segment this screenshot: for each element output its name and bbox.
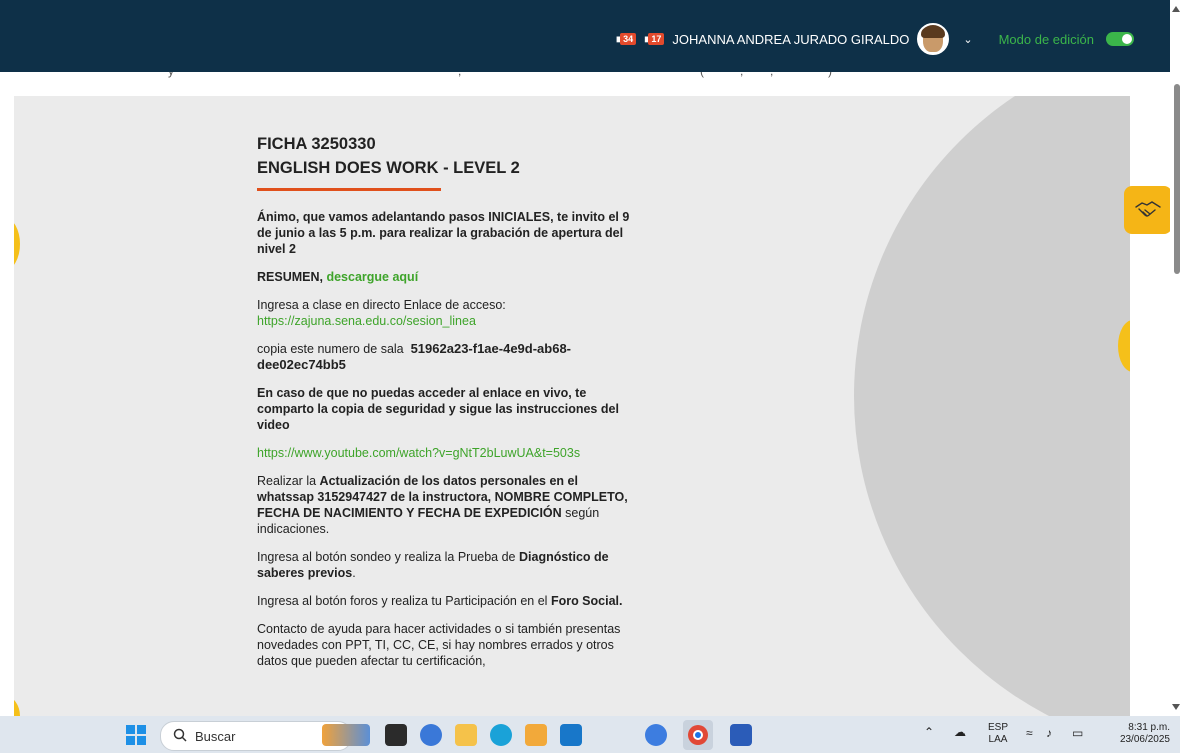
course-code-heading: FICHA 3250330 <box>257 135 376 153</box>
partially-visible-text-strip: y,(,,) <box>0 72 1170 82</box>
forum-bold-text: Foro Social. <box>550 594 623 608</box>
update-pre-text: Realizar la <box>257 474 317 488</box>
live-class-link[interactable]: https://zajuna.sena.edu.co/sesion_linea <box>257 314 476 328</box>
diagnostic-paragraph: Ingresa al botón sondeo y realiza la Pru… <box>257 549 637 581</box>
messages-badge: 34 <box>620 33 637 45</box>
help-button[interactable] <box>1124 186 1172 234</box>
store-icon[interactable] <box>525 724 547 746</box>
course-name-heading: ENGLISH DOES WORK - LEVEL 2 <box>257 159 520 177</box>
notifications-badge: 17 <box>648 33 665 45</box>
date-text: 23/06/2025 <box>1119 734 1170 745</box>
scroll-up-arrow-icon[interactable] <box>1172 6 1180 12</box>
diagnostic-pre-text: Ingresa al botón sondeo y realiza la Pru… <box>257 550 516 564</box>
handshake-icon <box>1135 201 1161 217</box>
top-navbar: ■ 34 ■ 17 JOHANNA ANDREA JURADO GIRALDO … <box>0 0 1170 72</box>
diagnostic-post-text: . <box>352 566 356 580</box>
onedrive-icon[interactable]: ☁ <box>954 726 966 738</box>
decorative-yellow-shape <box>14 218 20 270</box>
word-icon[interactable] <box>730 724 752 746</box>
notifications-button[interactable]: ■ 17 <box>644 32 665 46</box>
volume-icon[interactable]: ♪ <box>1046 727 1052 739</box>
course-description: FICHA 3250330 ENGLISH DOES WORK - LEVEL … <box>257 132 637 681</box>
windows-start-icon[interactable] <box>125 724 147 746</box>
wifi-icon[interactable]: ≈ <box>1026 727 1033 739</box>
help-app-icon[interactable] <box>645 724 667 746</box>
intro-text: Ánimo, que vamos adelantando pasos INICI… <box>257 210 630 256</box>
messages-button[interactable]: ■ 34 <box>616 32 637 46</box>
summary-paragraph: RESUMEN, descargue aquí <box>257 269 637 285</box>
scrollbar-thumb[interactable] <box>1174 84 1180 274</box>
course-banner-panel: FICHA 3250330 ENGLISH DOES WORK - LEVEL … <box>14 96 1130 716</box>
youtube-backup-link[interactable]: https://www.youtube.com/watch?v=gNtT2bLu… <box>257 446 580 460</box>
file-explorer-icon[interactable] <box>455 724 477 746</box>
user-name[interactable]: JOHANNA ANDREA JURADO GIRALDO <box>672 32 909 47</box>
live-class-text: Ingresa a clase en directo Enlace de acc… <box>257 298 506 312</box>
room-paragraph: copia este numero de sala 51962a23-f1ae-… <box>257 341 637 373</box>
language-top: ESP <box>988 722 1009 733</box>
chevron-down-icon[interactable]: ⌄ <box>963 33 972 46</box>
widgets-icon[interactable] <box>322 724 370 746</box>
decorative-circle <box>854 96 1130 716</box>
time-text: 8:31 p.m. <box>1128 722 1170 733</box>
backup-link-paragraph: https://www.youtube.com/watch?v=gNtT2bLu… <box>257 445 637 461</box>
taskbar: Buscar ⌃ ☁ ESP LAA ≈ ♪ ▭ 8:31 p.m. 23/06… <box>0 716 1180 753</box>
clock[interactable]: 8:31 p.m. 23/06/2025 <box>1108 722 1170 746</box>
avatar[interactable] <box>917 23 950 55</box>
language-bottom: LAA <box>988 734 1008 745</box>
room-text: copia este numero de sala <box>257 342 404 356</box>
decorative-yellow-shape <box>14 696 20 716</box>
myhp-icon[interactable] <box>560 724 582 746</box>
update-data-paragraph: Realizar la Actualización de los datos p… <box>257 473 637 537</box>
battery-icon[interactable]: ▭ <box>1072 727 1083 739</box>
live-class-paragraph: Ingresa a clase en directo Enlace de acc… <box>257 297 637 329</box>
edge-browser-icon[interactable] <box>490 724 512 746</box>
chrome-icon[interactable] <box>683 720 713 750</box>
search-icon <box>173 728 187 745</box>
scroll-down-arrow-icon[interactable] <box>1172 704 1180 710</box>
forum-paragraph: Ingresa al botón foros y realiza tu Part… <box>257 593 637 609</box>
summary-label: RESUMEN, <box>257 270 323 284</box>
backup-text: En caso de que no puedas acceder al enla… <box>257 386 619 432</box>
edit-mode-label: Modo de edición <box>998 31 1094 47</box>
language-indicator[interactable]: ESP LAA <box>988 722 1008 746</box>
chevron-up-icon[interactable]: ⌃ <box>924 726 934 738</box>
search-placeholder: Buscar <box>195 728 236 744</box>
summary-download-link[interactable]: descargue aquí <box>326 270 418 284</box>
contact-paragraph: Contacto de ayuda para hacer actividades… <box>257 622 621 668</box>
task-view-icon[interactable] <box>385 724 407 746</box>
forum-pre-text: Ingresa al botón foros y realiza tu Part… <box>257 594 548 608</box>
copilot-icon[interactable] <box>420 724 442 746</box>
user-menu-area: ■ 34 ■ 17 JOHANNA ANDREA JURADO GIRALDO … <box>616 23 1134 55</box>
heading-underline <box>257 188 441 191</box>
edit-mode-toggle[interactable] <box>1106 32 1134 46</box>
